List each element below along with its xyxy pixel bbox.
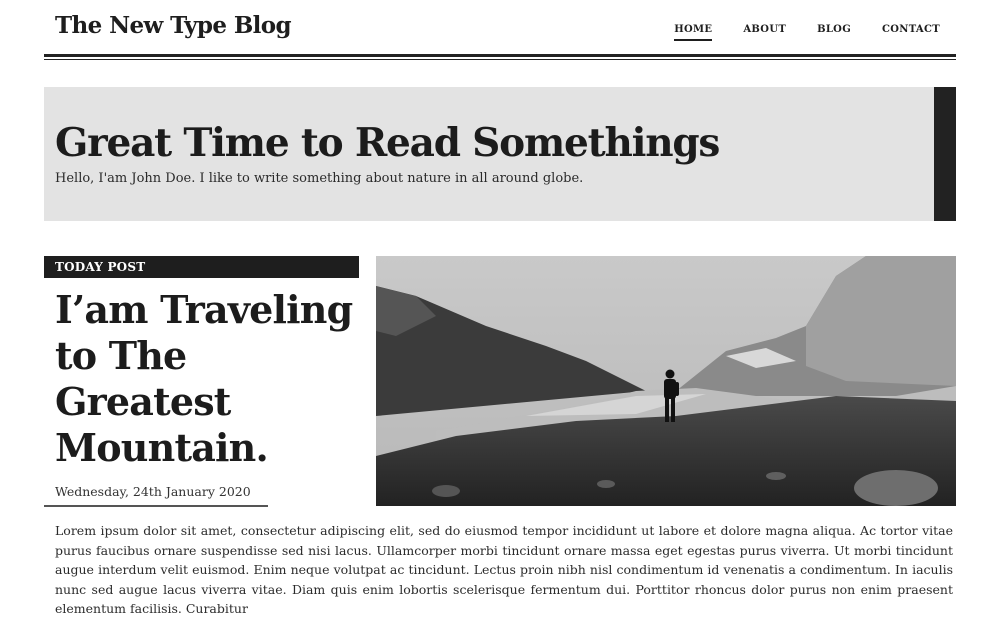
nav-contact[interactable]: CONTACT (882, 24, 940, 41)
hero-subtitle: Hello, I'am John Doe. I like to write so… (55, 171, 584, 186)
hero-title: Great Time to Read Somethings (55, 120, 720, 166)
hero-accent-bar (934, 87, 956, 221)
header-divider-thin (44, 59, 956, 60)
site-logo[interactable]: The New Type Blog (55, 12, 292, 39)
main-nav: HOME ABOUT BLOG CONTACT (674, 24, 940, 41)
post-date: Wednesday, 24th January 2020 (55, 484, 251, 499)
nav-about[interactable]: ABOUT (743, 24, 786, 41)
today-post-badge: TODAY POST (44, 256, 359, 278)
post-title[interactable]: I’am Traveling to The Greatest Mountain. (55, 287, 355, 471)
mountain-photo[interactable] (376, 256, 956, 506)
date-underline (44, 505, 268, 507)
nav-home[interactable]: HOME (674, 24, 713, 41)
header-divider (44, 54, 956, 57)
mountain-photo-illustration (376, 256, 956, 506)
post-body: Lorem ipsum dolor sit amet, consectetur … (55, 523, 953, 616)
nav-blog[interactable]: BLOG (817, 24, 851, 41)
hero-banner: Great Time to Read Somethings Hello, I'a… (44, 87, 956, 221)
